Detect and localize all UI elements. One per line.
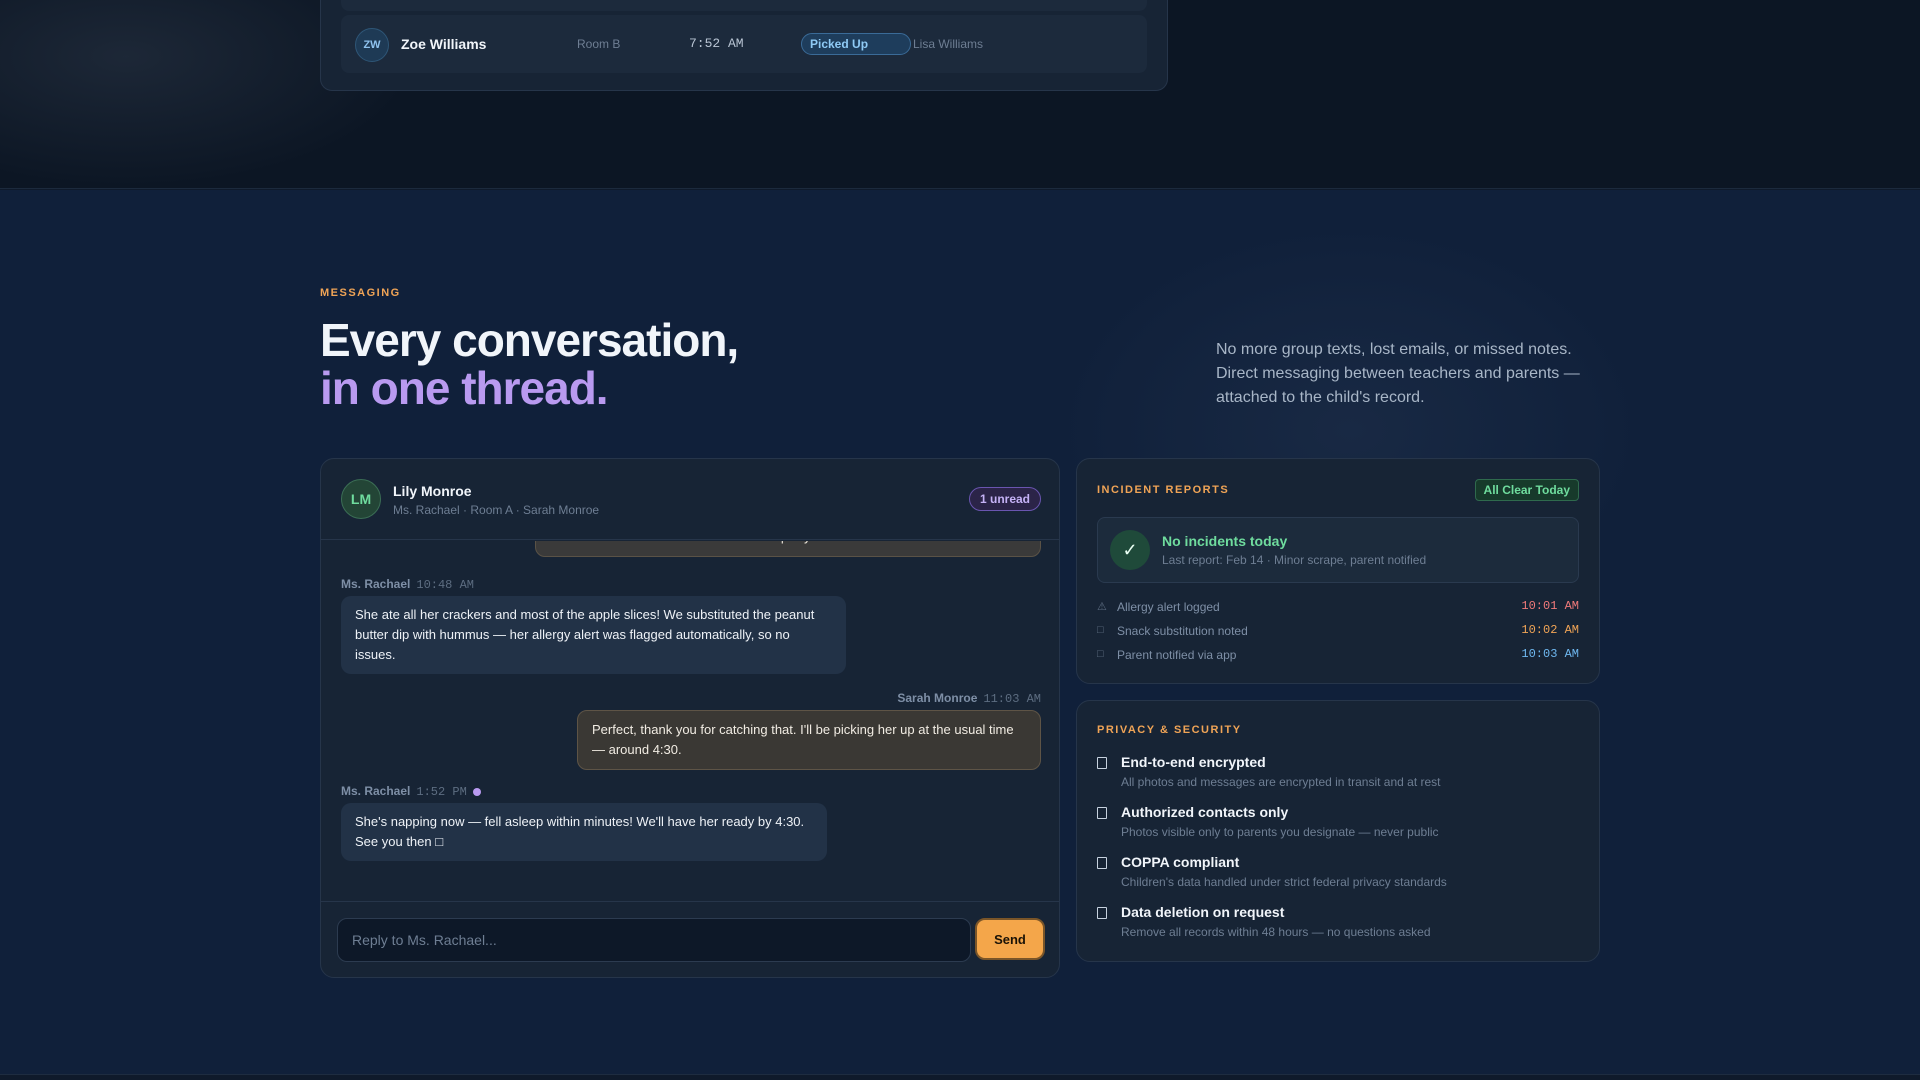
log-time: 10:01 AM bbox=[1521, 599, 1579, 613]
unread-dot bbox=[472, 787, 481, 796]
chat-child-name: Lily Monroe bbox=[393, 483, 472, 499]
page: ZW Zoe Williams Room B 7:52 AM Picked Up… bbox=[0, 0, 1920, 1080]
chat-composer: Send bbox=[321, 901, 1059, 977]
incident-summary-detail: Last report: Feb 14 · Minor scrape, pare… bbox=[1162, 553, 1427, 567]
divider bbox=[0, 1074, 1920, 1075]
message-bubble-teacher: She's napping now — fell asleep within m… bbox=[341, 803, 827, 861]
phone-icon: □ bbox=[1097, 648, 1104, 660]
privacy-item: COPPA compliant Children's data handled … bbox=[1097, 854, 1579, 896]
section-intro: No more group texts, lost emails, or mis… bbox=[1216, 341, 1580, 406]
avatar: LM bbox=[341, 479, 381, 519]
message-time: 11:03 AM bbox=[983, 692, 1041, 706]
guardian-name: Lisa Williams bbox=[913, 37, 984, 51]
pickup-time: 7:52 AM bbox=[689, 36, 744, 51]
warning-icon: ⚠ bbox=[1097, 601, 1107, 613]
privacy-item: End-to-end encrypted All photos and mess… bbox=[1097, 754, 1579, 796]
chat-participants: Ms. Rachael · Room A · Sarah Monroe bbox=[393, 503, 600, 517]
avatar: ZW bbox=[355, 28, 389, 62]
user-check-icon bbox=[1097, 807, 1107, 819]
privacy-item: Authorized contacts only Photos visible … bbox=[1097, 804, 1579, 846]
attendance-section: ZW Zoe Williams Room B 7:52 AM Picked Up… bbox=[0, 0, 1920, 189]
privacy-item-desc: All photos and messages are encrypted in… bbox=[1121, 775, 1441, 789]
table-row[interactable]: ZW Zoe Williams Room B 7:52 AM Picked Up… bbox=[341, 15, 1147, 73]
card-title: INCIDENT REPORTS bbox=[1097, 484, 1230, 496]
message-sender: Sarah Monroe bbox=[897, 691, 978, 705]
privacy-security-card: PRIVACY & SECURITY End-to-end encrypted … bbox=[1076, 700, 1600, 962]
reply-input[interactable] bbox=[337, 918, 971, 962]
message-bubble-parent: Perfect, thank you for catching that. I'… bbox=[577, 710, 1041, 770]
log-time: 10:03 AM bbox=[1521, 647, 1579, 661]
log-label: Snack substitution noted bbox=[1117, 624, 1248, 638]
privacy-item-desc: Children's data handled under strict fed… bbox=[1121, 875, 1447, 889]
room-label: Room B bbox=[577, 37, 621, 51]
privacy-item-title: Data deletion on request bbox=[1121, 904, 1285, 920]
log-label: Allergy alert logged bbox=[1117, 600, 1220, 614]
privacy-item: Data deletion on request Remove all reco… bbox=[1097, 904, 1579, 946]
message-bubble-parent: did she eat her snack? She's been a bit … bbox=[535, 541, 1041, 557]
incident-summary: ✓ No incidents today Last report: Feb 14… bbox=[1097, 517, 1579, 583]
message-bubble-teacher: She ate all her crackers and most of the… bbox=[341, 596, 846, 674]
check-icon: ✓ bbox=[1110, 530, 1150, 570]
privacy-item-desc: Photos visible only to parents you desig… bbox=[1121, 825, 1439, 839]
send-button[interactable]: Send bbox=[975, 918, 1045, 960]
section-headline-accent: in one thread. bbox=[320, 362, 609, 414]
unread-badge[interactable]: 1 unread bbox=[968, 487, 1041, 511]
section-eyebrow: MESSAGING bbox=[320, 287, 401, 299]
message-meta: Ms. Rachael 10:48 AM bbox=[341, 577, 474, 592]
chat-header: LM Lily Monroe Ms. Rachael · Room A · Sa… bbox=[321, 459, 1059, 540]
privacy-item-desc: Remove all records within 48 hours — no … bbox=[1121, 925, 1431, 939]
privacy-item-title: End-to-end encrypted bbox=[1121, 754, 1266, 770]
incident-log-row: ⚠ Allergy alert logged 10:01 AM bbox=[1097, 598, 1579, 618]
note-icon: □ bbox=[1097, 624, 1104, 636]
privacy-item-title: Authorized contacts only bbox=[1121, 804, 1289, 820]
status-badge: All Clear Today bbox=[1474, 479, 1579, 501]
card-title: PRIVACY & SECURITY bbox=[1097, 724, 1242, 736]
child-name: Zoe Williams bbox=[401, 36, 487, 52]
privacy-item-title: COPPA compliant bbox=[1121, 854, 1240, 870]
message-sender: Ms. Rachael bbox=[341, 577, 411, 591]
message-meta: Sarah Monroe 11:03 AM bbox=[897, 691, 1041, 706]
incident-summary-title: No incidents today bbox=[1162, 533, 1288, 549]
message-time: 1:52 PM bbox=[416, 785, 467, 799]
log-label: Parent notified via app bbox=[1117, 648, 1237, 662]
message-sender: Ms. Rachael bbox=[341, 784, 411, 798]
table-row bbox=[341, 0, 1147, 11]
log-time: 10:02 AM bbox=[1521, 623, 1579, 637]
message-meta: Ms. Rachael 1:52 PM bbox=[341, 784, 481, 799]
lock-icon bbox=[1097, 757, 1107, 769]
incident-log-row: □ Snack substitution noted 10:02 AM bbox=[1097, 622, 1579, 642]
shield-icon bbox=[1097, 857, 1107, 869]
message-time: 10:48 AM bbox=[416, 578, 474, 592]
incident-log-row: □ Parent notified via app 10:03 AM bbox=[1097, 646, 1579, 666]
trash-icon bbox=[1097, 907, 1107, 919]
status-badge: Picked Up bbox=[801, 33, 911, 55]
attendance-card: ZW Zoe Williams Room B 7:52 AM Picked Up… bbox=[320, 0, 1168, 91]
incident-reports-card: INCIDENT REPORTS All Clear Today ✓ No in… bbox=[1076, 458, 1600, 684]
chat-card: LM Lily Monroe Ms. Rachael · Room A · Sa… bbox=[320, 458, 1060, 978]
section-headline: Every conversation, bbox=[320, 314, 739, 366]
message-thread[interactable]: did she eat her snack? She's been a bit … bbox=[321, 541, 1059, 900]
